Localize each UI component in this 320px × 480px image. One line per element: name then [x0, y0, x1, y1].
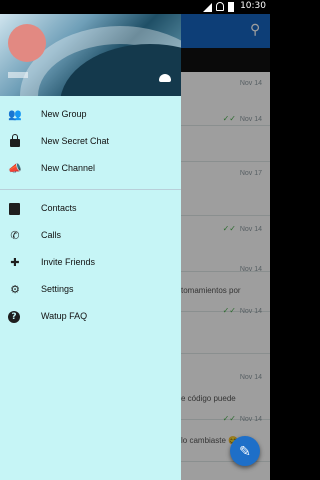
menu-item-faq[interactable]: ? Watup FAQ [0, 304, 181, 331]
menu-item-label: New Secret Chat [41, 136, 110, 146]
menu-item-label: Settings [41, 284, 74, 294]
avatar[interactable] [8, 24, 46, 62]
menu-item-label: Calls [41, 230, 62, 240]
phone-icon: ✆ [10, 229, 20, 242]
status-time: 10:30 [240, 1, 266, 11]
menu-divider [0, 189, 181, 190]
menu-item-settings[interactable]: ⚙ Settings [0, 277, 181, 304]
pencil-icon: ✎ [239, 443, 251, 459]
menu-item-label: Invite Friends [41, 257, 96, 267]
cloud-icon[interactable] [159, 74, 171, 82]
status-bar: 10:30 [0, 0, 270, 14]
menu-item-invite-friends[interactable]: ✚ Invite Friends [0, 250, 181, 277]
compose-fab[interactable]: ✎ [230, 436, 260, 466]
add-person-icon: ✚ [10, 256, 20, 269]
menu-item-calls[interactable]: ✆ Calls [0, 223, 181, 250]
help-icon: ? [8, 311, 20, 323]
drawer-header [0, 14, 181, 96]
signal-icon [203, 3, 212, 12]
wifi-icon [216, 2, 224, 11]
gear-icon: ⚙ [10, 283, 20, 296]
user-name-placeholder [8, 72, 28, 78]
menu-item-new-channel[interactable]: 📣 New Channel [0, 156, 181, 183]
group-icon: 👥 [8, 108, 22, 121]
menu-item-new-group[interactable]: 👥 New Group [0, 102, 181, 129]
menu-item-new-secret-chat[interactable]: New Secret Chat [0, 129, 181, 156]
menu-item-label: New Group [41, 109, 87, 119]
contacts-icon [9, 203, 20, 215]
megaphone-icon: 📣 [8, 162, 22, 175]
battery-icon [228, 2, 234, 12]
navigation-drawer: 👥 New Group New Secret Chat 📣 New Channe… [0, 14, 181, 480]
drawer-menu: 👥 New Group New Secret Chat 📣 New Channe… [0, 102, 181, 331]
menu-item-label: New Channel [41, 163, 96, 173]
lock-icon [10, 134, 20, 147]
menu-item-label: Watup FAQ [41, 311, 88, 321]
menu-item-contacts[interactable]: Contacts [0, 196, 181, 223]
menu-item-label: Contacts [41, 203, 77, 213]
